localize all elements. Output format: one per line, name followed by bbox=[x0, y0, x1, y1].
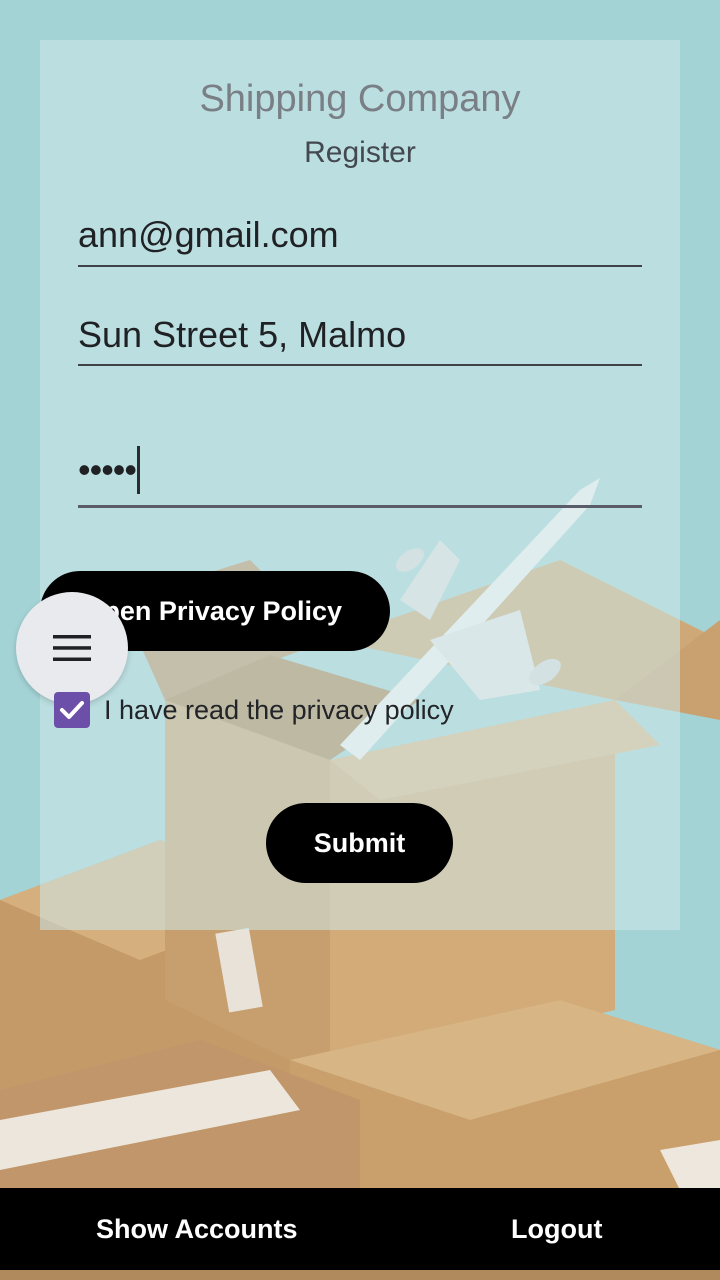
bottom-nav-bar: Show Accounts Logout bbox=[0, 1188, 720, 1270]
password-input[interactable]: ••••• bbox=[78, 440, 642, 500]
email-underline bbox=[78, 265, 642, 267]
hamburger-menu-icon bbox=[53, 635, 91, 661]
privacy-checkbox[interactable] bbox=[54, 692, 90, 728]
password-underline bbox=[78, 505, 642, 508]
email-input[interactable] bbox=[78, 210, 642, 260]
page-subtitle: Register bbox=[304, 136, 416, 169]
submit-button[interactable]: Submit bbox=[266, 803, 453, 883]
privacy-checkbox-label: I have read the privacy policy bbox=[104, 694, 454, 725]
show-accounts-button[interactable]: Show Accounts bbox=[96, 1188, 298, 1270]
background-strip bbox=[0, 1270, 720, 1280]
checkmark-icon bbox=[60, 701, 84, 719]
logout-button[interactable]: Logout bbox=[511, 1188, 602, 1270]
address-underline bbox=[78, 364, 642, 366]
password-masked-text: ••••• bbox=[78, 449, 137, 490]
text-cursor bbox=[137, 446, 141, 494]
app-title: Shipping Company bbox=[199, 78, 521, 120]
privacy-checkbox-row[interactable]: I have read the privacy policy bbox=[54, 690, 454, 730]
menu-fab-button[interactable] bbox=[16, 592, 128, 704]
address-input[interactable] bbox=[78, 310, 642, 360]
